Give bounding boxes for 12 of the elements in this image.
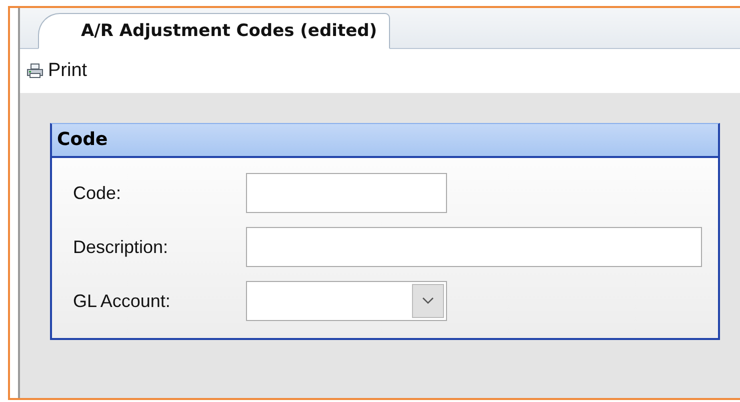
printer-icon (26, 63, 44, 79)
field-label: GL Account: (73, 290, 172, 312)
chevron-down-icon (422, 297, 434, 305)
field-label: Description: (73, 236, 170, 258)
dropdown-button[interactable] (412, 284, 444, 318)
print-button[interactable]: Print (24, 58, 90, 84)
text-field[interactable] (246, 173, 447, 213)
dropdown-field[interactable] (246, 281, 447, 321)
text-field[interactable] (246, 227, 702, 267)
panel-title: Code (52, 124, 718, 158)
tab[interactable]: A/R Adjustment Codes (edited) (38, 13, 390, 49)
field-label: Code: (73, 182, 122, 204)
